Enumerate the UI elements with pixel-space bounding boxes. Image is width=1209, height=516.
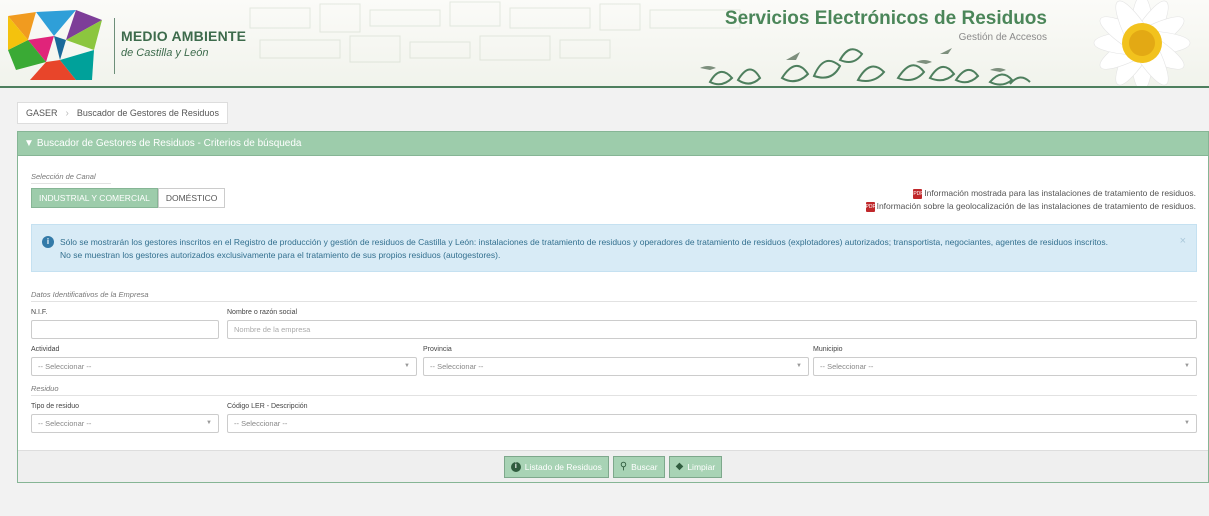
tab-domestico[interactable]: DOMÉSTICO <box>157 188 226 208</box>
municipio-select[interactable]: -- Seleccionar -- ▼ <box>813 357 1197 376</box>
logo-title: MEDIO AMBIENTE <box>121 28 247 44</box>
buscar-label: Buscar <box>631 461 658 472</box>
nif-label: N.I.F. <box>31 309 48 316</box>
breadcrumb-root[interactable]: GASER <box>26 108 58 118</box>
limpiar-button[interactable]: ◆ Limpiar <box>668 455 723 478</box>
pdf-icon: PDF <box>865 201 876 212</box>
tab-industrial[interactable]: INDUSTRIAL Y COMERCIAL <box>31 188 158 208</box>
listado-residuos-button[interactable]: i Listado de Residuos <box>503 455 609 478</box>
site-header: MEDIO AMBIENTE de Castilla y León Servic… <box>0 0 1209 88</box>
chevron-down-icon: ▼ <box>796 363 802 369</box>
provincia-select[interactable]: -- Seleccionar -- ▼ <box>423 357 809 376</box>
chevron-down-icon: ▼ <box>206 420 212 426</box>
leaves-birds-decoration <box>700 48 1031 86</box>
info-line-1: Sólo se mostrarán los gestores inscritos… <box>60 237 1108 247</box>
municipio-label: Municipio <box>813 346 843 353</box>
close-icon[interactable]: × <box>1180 235 1186 248</box>
info-icon: i <box>510 461 521 472</box>
actividad-value: -- Seleccionar -- <box>38 362 92 371</box>
chevron-down-icon: ▼ <box>1184 363 1190 369</box>
logo-divider <box>114 18 115 74</box>
breadcrumb-separator-icon: › <box>65 107 69 119</box>
eraser-icon: ◆ <box>675 461 684 472</box>
tipo-residuo-select[interactable]: -- Seleccionar -- ▼ <box>31 414 219 433</box>
empresa-divider <box>31 301 1197 302</box>
actividad-select[interactable]: -- Seleccionar -- ▼ <box>31 357 417 376</box>
search-icon: ⚲ <box>619 461 628 472</box>
residuo-divider <box>31 395 1197 396</box>
ler-value: -- Seleccionar -- <box>234 419 288 428</box>
tipo-residuo-label: Tipo de residuo <box>31 403 79 410</box>
tipo-residuo-value: -- Seleccionar -- <box>38 419 92 428</box>
municipio-value: -- Seleccionar -- <box>820 362 874 371</box>
nombre-input[interactable]: Nombre de la empresa <box>227 320 1197 339</box>
breadcrumb: GASER › Buscador de Gestores de Residuos <box>17 102 228 124</box>
daisy-image <box>1093 0 1191 86</box>
header-pattern <box>249 1 741 63</box>
ler-select[interactable]: -- Seleccionar -- ▼ <box>227 414 1197 433</box>
panel-title: Buscador de Gestores de Residuos - Crite… <box>36 138 302 149</box>
actividad-label: Actividad <box>31 346 60 353</box>
collapse-triangle-icon[interactable]: ▼ <box>24 138 34 149</box>
nombre-label: Nombre o razón social <box>227 309 298 316</box>
info-alert: i Sólo se mostrarán los gestores inscrit… <box>31 224 1197 272</box>
link-info-geolocalizacion[interactable]: PDFInformación sobre la geolocalización … <box>865 200 1196 213</box>
info-icon: i <box>42 236 54 248</box>
pdf-links: PDFInformación mostrada para las instala… <box>865 187 1196 213</box>
site-title: Servicios Electrónicos de Residuos <box>724 8 1047 29</box>
panel-body: Selección de Canal INDUSTRIAL Y COMERCIA… <box>18 156 1208 452</box>
link-info-instalaciones[interactable]: PDFInformación mostrada para las instala… <box>866 187 1196 200</box>
logo-subtitle: de Castilla y León <box>121 47 209 59</box>
residuo-section-label: Residuo <box>31 384 59 393</box>
canal-label: Selección de Canal <box>31 172 96 181</box>
search-panel: ▼ Buscador de Gestores de Residuos - Cri… <box>17 131 1209 483</box>
provincia-label: Provincia <box>423 346 452 353</box>
panel-header[interactable]: ▼ Buscador de Gestores de Residuos - Cri… <box>18 132 1208 156</box>
empresa-section-label: Datos Identificativos de la Empresa <box>31 290 149 299</box>
buscar-button[interactable]: ⚲ Buscar <box>612 455 665 478</box>
canal-divider <box>31 183 111 184</box>
provincia-value: -- Seleccionar -- <box>430 362 484 371</box>
chevron-down-icon: ▼ <box>1184 420 1190 426</box>
listado-label: Listado de Residuos <box>524 461 602 472</box>
breadcrumb-current: Buscador de Gestores de Residuos <box>76 108 219 118</box>
info-line-2: No se muestran los gestores autorizados … <box>60 250 501 260</box>
pdf-icon: PDF <box>913 188 924 199</box>
castilla-leon-logo <box>8 10 102 80</box>
chevron-down-icon: ▼ <box>404 363 410 369</box>
nif-input[interactable] <box>31 320 219 339</box>
canal-tabs: INDUSTRIAL Y COMERCIAL DOMÉSTICO <box>31 188 226 208</box>
panel-footer: i Listado de Residuos ⚲ Buscar ◆ Limpiar <box>18 450 1208 482</box>
limpiar-label: Limpiar <box>687 461 716 472</box>
ler-label: Código LER - Descripción <box>227 403 308 410</box>
